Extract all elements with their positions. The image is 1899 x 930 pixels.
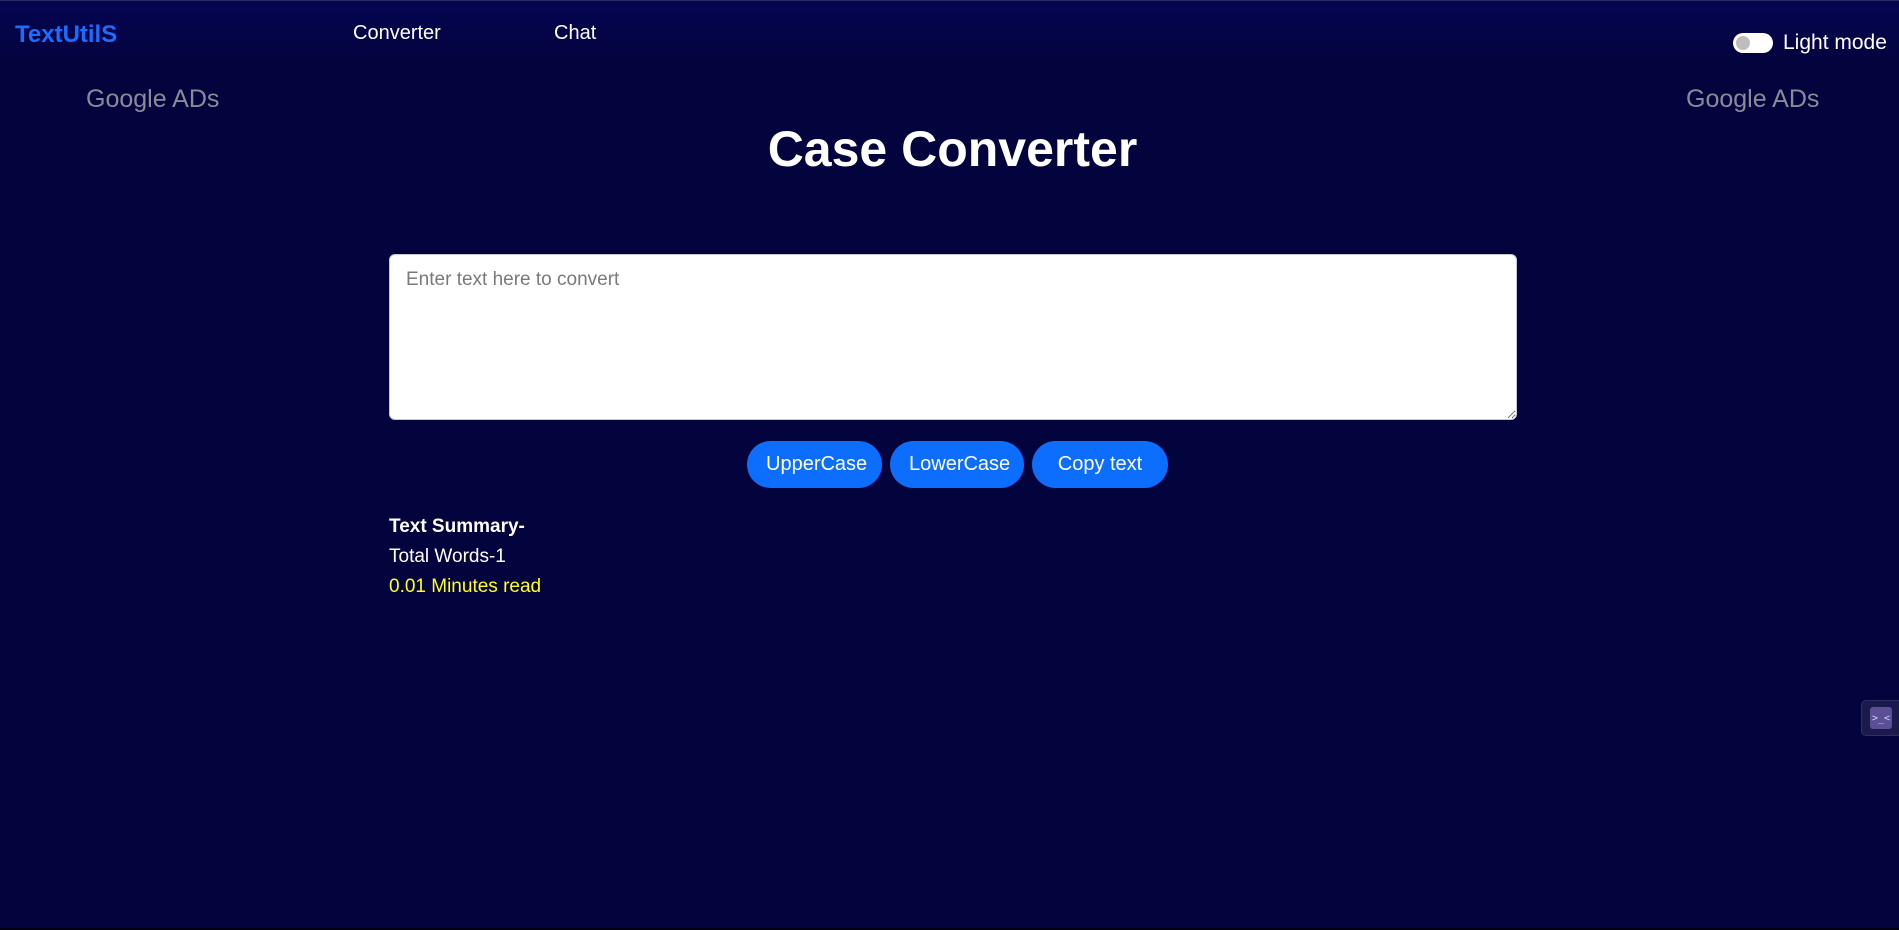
page: TextUtilS Converter Chat Light mode Goog… <box>0 0 1899 930</box>
toggle-switch[interactable] <box>1733 33 1773 53</box>
read-time: 0.01 Minutes read <box>389 576 542 597</box>
ad-right[interactable]: Google ADs <box>1686 85 1819 114</box>
chat-widget-icon[interactable]: >_< <box>1870 707 1892 729</box>
lowercase-button[interactable]: LowerCase <box>890 441 1024 488</box>
nav-link-chat[interactable]: Chat <box>554 22 596 45</box>
side-chat-widget[interactable]: >_< <box>1861 700 1899 736</box>
text-summary: Text Summary- Total Words-1 0.01 Minutes… <box>389 512 541 602</box>
navbar: TextUtilS Converter Chat Light mode <box>0 0 1899 65</box>
brand-logo[interactable]: TextUtilS <box>15 21 117 49</box>
nav-link-converter[interactable]: Converter <box>353 22 441 45</box>
toggle-knob <box>1736 36 1750 50</box>
page-title: Case Converter <box>767 121 1138 177</box>
uppercase-button[interactable]: UpperCase <box>747 441 882 488</box>
light-mode-toggle[interactable]: Light mode <box>1733 31 1887 55</box>
total-words: Total Words-1 <box>389 546 506 567</box>
text-input[interactable] <box>389 254 1517 420</box>
light-mode-label[interactable]: Light mode <box>1783 31 1887 55</box>
ad-left[interactable]: Google ADs <box>86 85 219 114</box>
summary-heading: Text Summary- <box>389 516 525 537</box>
copy-text-button[interactable]: Copy text <box>1032 441 1168 488</box>
button-row: UpperCase LowerCase Copy text <box>747 441 1168 488</box>
